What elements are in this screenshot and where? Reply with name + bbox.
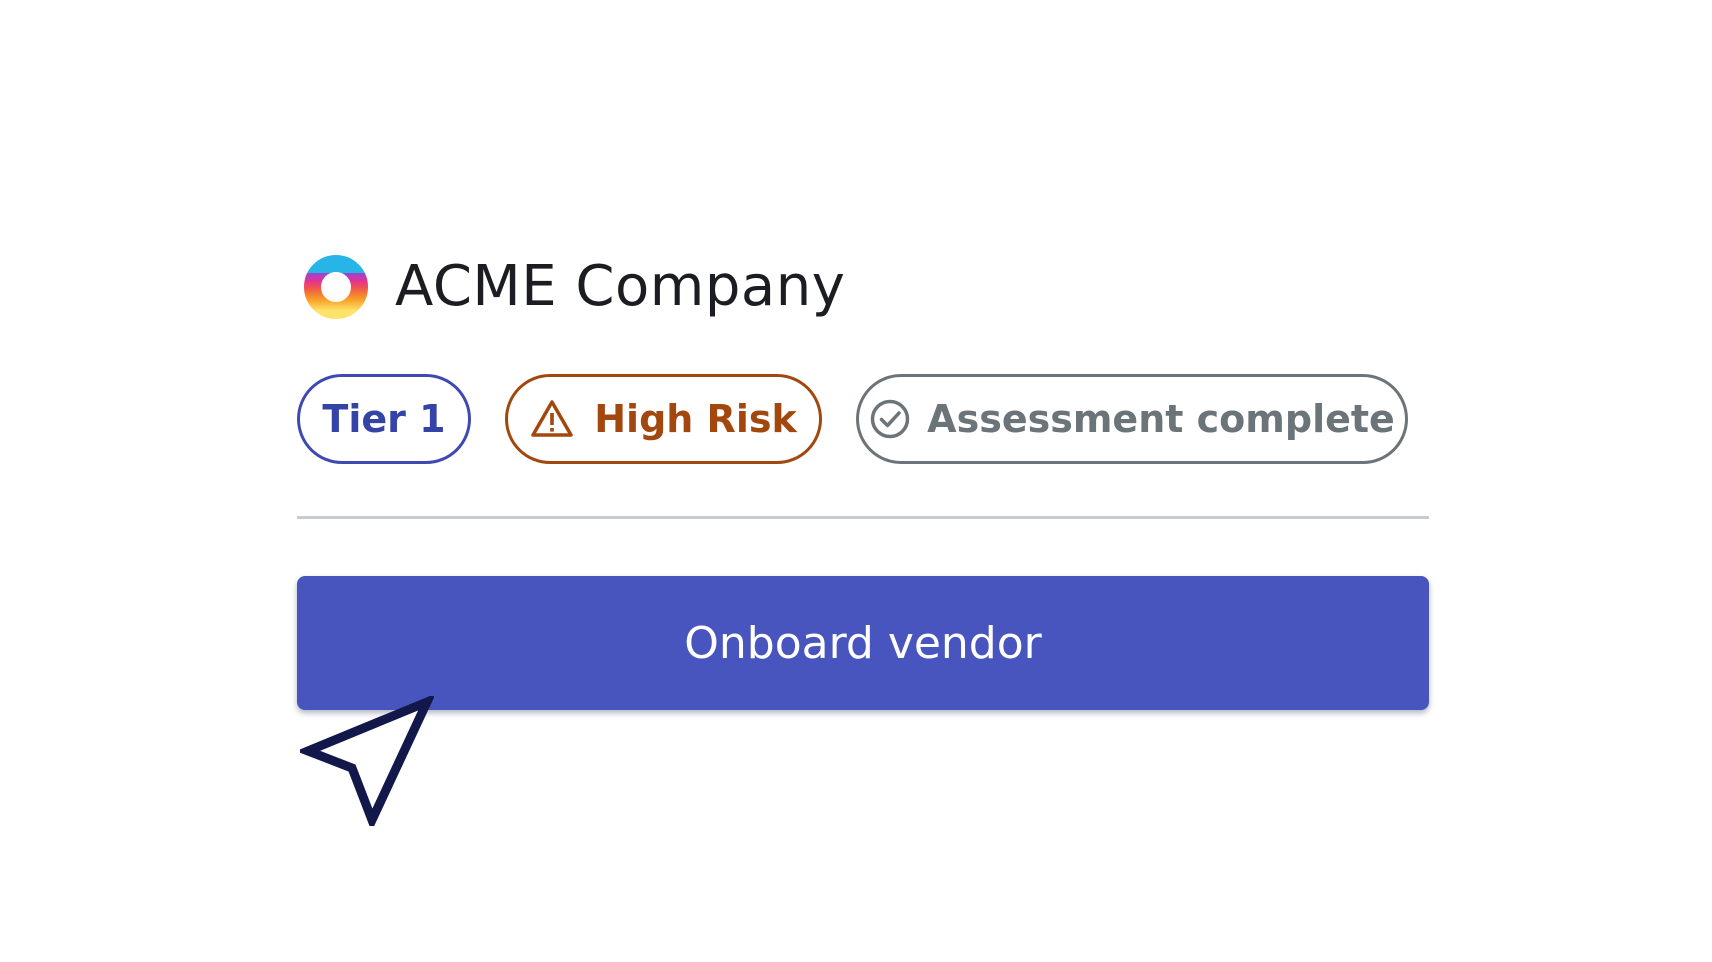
onboard-vendor-label: Onboard vendor [684,617,1042,669]
acme-logo-icon [303,254,369,320]
company-name: ACME Company [395,254,846,319]
pointer-arrow-icon [295,693,436,832]
tier-badge: Tier 1 [297,374,471,464]
tier-badge-label: Tier 1 [322,397,446,441]
warning-triangle-icon [530,399,574,439]
badge-row: Tier 1 High Risk Assessment complete [297,374,1427,464]
risk-badge-label: High Risk [594,397,797,441]
assessment-badge-label: Assessment complete [927,397,1395,441]
vendor-header: ACME Company [297,252,1427,322]
check-circle-icon [869,398,911,440]
divider [297,516,1429,519]
vendor-card: ACME Company Tier 1 High Risk Assessment… [297,252,1429,710]
onboard-vendor-button[interactable]: Onboard vendor [297,576,1429,710]
assessment-badge: Assessment complete [856,374,1408,464]
risk-badge: High Risk [505,374,822,464]
